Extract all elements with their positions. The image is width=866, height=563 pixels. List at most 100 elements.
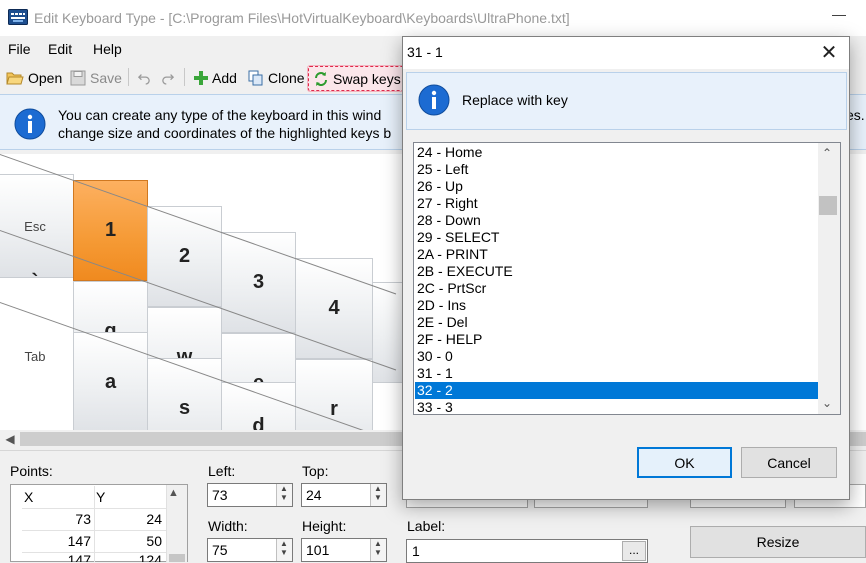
spin-up-icon[interactable]: ▲ [371,484,385,493]
label-label: Label: [407,518,446,534]
redo-icon [162,74,174,85]
spin-up-icon[interactable]: ▲ [277,484,291,493]
width-spinner[interactable]: ▲ ▼ [276,539,292,561]
list-item[interactable]: 2C - PrtScr [415,280,818,297]
open-button[interactable]: Open [2,67,66,89]
info-icon [418,84,450,116]
width-value: 75 [212,542,228,558]
width-label: Width: [208,518,248,534]
list-scrollbar[interactable] [818,143,840,414]
keyboard-app-icon [8,9,28,25]
height-value: 101 [306,542,330,558]
key-d[interactable]: d [221,382,296,430]
list-item[interactable]: 31 - 1 [415,365,818,382]
dialog-title-bar [403,37,849,69]
left-spinner[interactable]: ▲ ▼ [276,484,292,506]
open-label: Open [28,70,63,86]
add-button[interactable]: Add [190,67,241,89]
list-item[interactable]: 25 - Left [415,161,818,178]
redo-button[interactable] [158,67,178,89]
top-label: Top: [302,463,329,479]
list-item[interactable]: 33 - 3 [415,399,818,414]
menu-help[interactable]: Help [93,41,122,57]
spin-down-icon[interactable]: ▼ [371,548,385,557]
spin-down-icon[interactable]: ▼ [371,493,385,502]
spin-up-icon[interactable]: ▲ [371,539,385,548]
toolbar-separator [128,68,129,86]
list-item[interactable]: 2E - Del [415,314,818,331]
top-value: 24 [306,487,322,503]
point-y-cell[interactable]: 124 [102,555,162,562]
window-title: Edit Keyboard Type - [C:\Program Files\H… [34,10,570,26]
scroll-up-icon[interactable]: ▲ [168,487,179,499]
list-item[interactable]: 24 - Home [415,144,818,161]
minimize-button[interactable]: — [826,6,852,26]
dialog-message: Replace with key [462,92,568,108]
list-item[interactable]: 29 - SELECT [415,229,818,246]
label-value: 1 [412,543,420,559]
list-item[interactable]: 26 - Up [415,178,818,195]
list-scroll-thumb[interactable] [819,196,837,215]
chevron-down-icon[interactable]: ⌄ [822,396,832,410]
info-text-line2: change size and coordinates of the highl… [58,125,392,141]
list-item[interactable]: 30 - 0 [415,348,818,365]
point-x-cell[interactable]: 147 [31,533,91,549]
info-icon [14,108,46,140]
label-input[interactable] [406,539,648,563]
list-item[interactable]: 2A - PRINT [415,246,818,263]
list-item[interactable]: 27 - Right [415,195,818,212]
save-button[interactable]: Save [66,67,126,89]
point-y-cell[interactable]: 24 [102,511,162,527]
key-s[interactable]: s [147,358,222,430]
top-spinner[interactable]: ▲ ▼ [370,484,386,506]
toolbar-separator [184,68,185,86]
point-x-cell[interactable]: 73 [31,511,91,527]
spin-up-icon[interactable]: ▲ [277,539,291,548]
swap-keys-button[interactable]: Swap keys [307,65,407,92]
add-label: Add [212,70,237,86]
height-label: Height: [302,518,347,534]
swap-keys-label: Swap keys [333,70,401,87]
chevron-up-icon[interactable]: ⌃ [822,146,832,160]
point-y-cell[interactable]: 50 [102,533,162,549]
label-browse-button[interactable]: ... [622,541,646,561]
list-item[interactable]: 2F - HELP [415,331,818,348]
grid-divider [22,552,166,553]
left-value: 73 [212,487,228,503]
spin-down-icon[interactable]: ▼ [277,493,291,502]
plus-icon [194,71,208,85]
resize-button[interactable]: Resize [690,526,866,558]
spin-down-icon[interactable]: ▼ [277,548,291,557]
points-header-x: X [24,489,34,505]
list-item[interactable]: 2B - EXECUTE [415,263,818,280]
cancel-button[interactable]: Cancel [741,447,837,478]
open-folder-icon [6,72,24,85]
list-item-selected[interactable]: 32 - 2 [415,382,818,399]
points-scroll-thumb[interactable] [169,554,185,562]
undo-button[interactable] [134,67,154,89]
key-2[interactable]: 2 [147,206,222,307]
clone-label: Clone [268,70,305,86]
key-tab[interactable]: Tab [0,304,74,408]
point-x-cell[interactable]: 147 [31,555,91,562]
menu-edit[interactable]: Edit [48,41,72,57]
key-a[interactable]: a [73,332,148,430]
clone-button[interactable]: Clone [244,67,309,89]
grid-divider [22,530,166,531]
key-3[interactable]: 3 [221,232,296,333]
list-item[interactable]: 2D - Ins [415,297,818,314]
left-label: Left: [208,463,236,479]
close-icon[interactable]: ✕ [816,40,842,66]
scroll-left-icon[interactable]: ◀ [2,431,18,447]
grid-divider [94,486,95,562]
dialog-title: 31 - 1 [407,44,443,60]
height-spinner[interactable]: ▲ ▼ [370,539,386,561]
info-text-line1: You can create any type of the keyboard … [58,107,382,123]
grid-divider [22,508,166,509]
ok-button[interactable]: OK [637,447,732,478]
list-item[interactable]: 28 - Down [415,212,818,229]
undo-icon [138,74,150,85]
key-4[interactable]: 4 [295,258,373,359]
key-1-selected[interactable]: 1 [73,180,148,281]
menu-file[interactable]: File [8,41,31,57]
